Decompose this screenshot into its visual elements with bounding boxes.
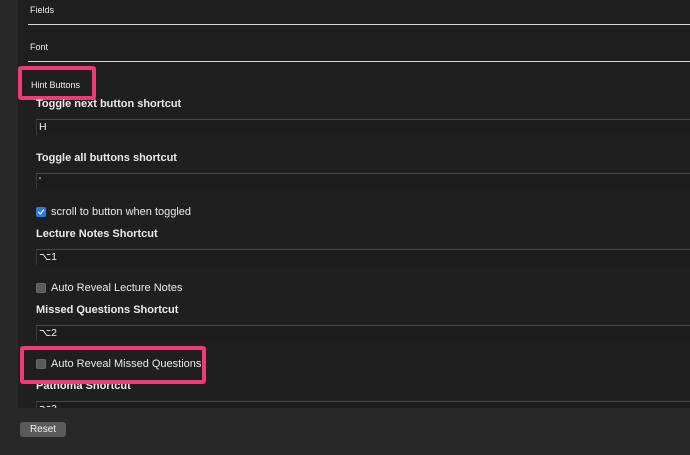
checkbox-checked[interactable] bbox=[36, 207, 46, 217]
pathoma-value: ⌥3 bbox=[39, 403, 57, 408]
section-hint-buttons-highlight[interactable]: Hint Buttons bbox=[18, 66, 96, 100]
scroll-to-button-checkbox[interactable]: scroll to button when toggled bbox=[36, 206, 191, 218]
toggle-next-input[interactable]: H bbox=[36, 119, 690, 135]
checkbox-unchecked[interactable] bbox=[36, 283, 46, 293]
missed-questions-value: ⌥2 bbox=[39, 327, 57, 339]
separator bbox=[28, 61, 690, 62]
separator bbox=[28, 24, 690, 25]
settings-panel: Fields Font Hint Buttons Toggle next but… bbox=[18, 0, 690, 408]
missed-questions-label: Missed Questions Shortcut bbox=[36, 304, 179, 316]
toggle-all-label: Toggle all buttons shortcut bbox=[36, 152, 177, 164]
toggle-all-value: ' bbox=[39, 175, 42, 187]
reset-button[interactable]: Reset bbox=[20, 422, 66, 437]
checkmark-icon bbox=[37, 209, 45, 215]
auto-reveal-lecture-checkbox[interactable]: Auto Reveal Lecture Notes bbox=[36, 282, 182, 294]
scroll-to-button-label: scroll to button when toggled bbox=[51, 206, 192, 218]
lecture-notes-value: ⌥1 bbox=[39, 251, 57, 263]
toggle-next-value: H bbox=[39, 121, 47, 133]
toggle-next-label: Toggle next button shortcut bbox=[36, 98, 182, 110]
section-hint-buttons: Hint Buttons bbox=[31, 80, 81, 90]
toggle-all-input[interactable]: ' bbox=[36, 173, 690, 189]
auto-reveal-lecture-label: Auto Reveal Lecture Notes bbox=[51, 282, 183, 294]
missed-questions-input[interactable]: ⌥2 bbox=[36, 325, 690, 341]
section-fields[interactable]: Fields bbox=[30, 5, 54, 15]
section-font[interactable]: Font bbox=[30, 42, 48, 52]
annotation-highlight-box bbox=[20, 346, 206, 384]
lecture-notes-input[interactable]: ⌥1 bbox=[36, 249, 690, 265]
pathoma-input[interactable]: ⌥3 bbox=[36, 401, 690, 408]
lecture-notes-label: Lecture Notes Shortcut bbox=[36, 228, 158, 240]
